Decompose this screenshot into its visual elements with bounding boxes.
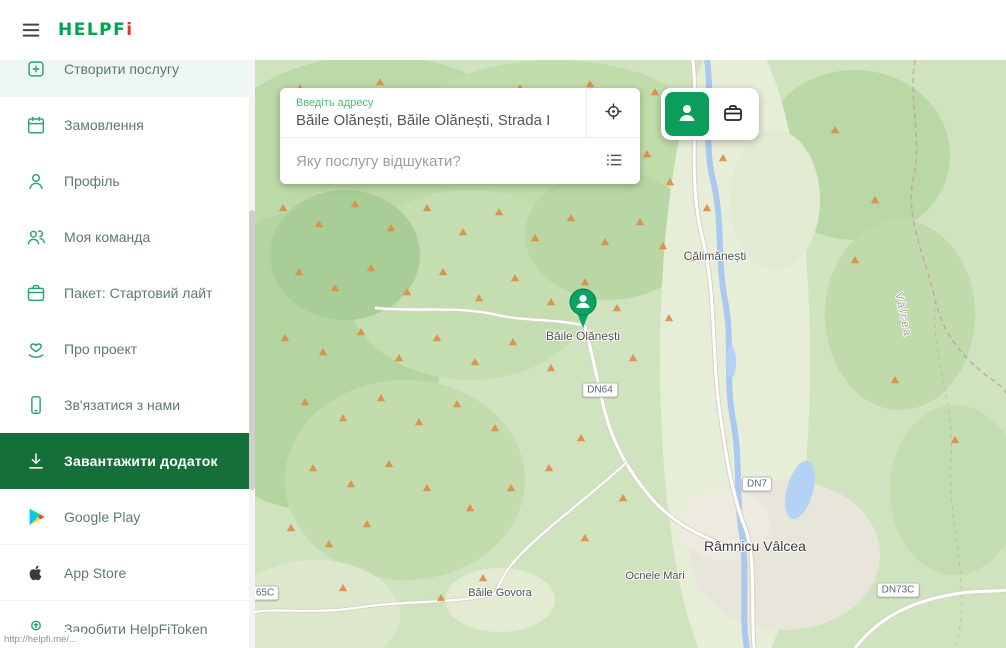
service-search-placeholder: Яку послугу відшукати? xyxy=(296,153,604,170)
address-label: Введіть адресу xyxy=(296,97,586,109)
client-mode-button[interactable] xyxy=(665,92,709,136)
mode-toggle xyxy=(661,88,759,140)
sidebar-item-label: Профіль xyxy=(64,173,120,189)
map[interactable]: CălimăneștiBăile OlăneștiRâmnicu VâlceaO… xyxy=(255,60,1006,648)
sidebar-item-label: Зв'язатися з нами xyxy=(64,397,180,413)
crosshair-icon xyxy=(603,101,624,125)
team-icon xyxy=(24,225,48,249)
status-bar-link: http://helpfi.me/... xyxy=(0,632,85,648)
sidebar-item-create-service[interactable]: Створити послугу xyxy=(0,60,255,97)
top-bar: HELPFi xyxy=(0,0,1006,60)
service-search-input[interactable]: Яку послугу відшукати? xyxy=(280,137,640,184)
sidebar-item-label: Пакет: Стартовий лайт xyxy=(64,285,212,301)
sidebar: Створити послугу Замовлення Профіль Моя ком… xyxy=(0,60,255,648)
sidebar-item-label: App Store xyxy=(64,565,126,581)
sidebar-item-about[interactable]: Про проект xyxy=(0,321,255,377)
sidebar-item-label: Завантажити додаток xyxy=(64,453,218,469)
create-icon xyxy=(24,60,48,81)
sidebar-item-profile[interactable]: Профіль xyxy=(0,153,255,209)
person-icon xyxy=(675,101,699,128)
sidebar-scrollbar-track[interactable] xyxy=(249,60,255,648)
profile-icon xyxy=(24,169,48,193)
sidebar-item-label: Про проект xyxy=(64,341,137,357)
sidebar-item-package[interactable]: Пакет: Стартовий лайт xyxy=(0,265,255,321)
google-play-icon xyxy=(24,505,48,529)
hamburger-menu-icon[interactable] xyxy=(14,13,48,47)
sidebar-item-team[interactable]: Моя команда xyxy=(0,209,255,265)
sidebar-nav: Створити послугу Замовлення Профіль Моя ком… xyxy=(0,60,255,648)
sidebar-item-label: Створити послугу xyxy=(64,61,179,77)
sidebar-item-label: Заробити HelpFiToken xyxy=(64,621,208,637)
helpfi-logo[interactable]: HELPFi xyxy=(58,20,134,40)
download-icon xyxy=(24,449,48,473)
list-icon xyxy=(604,150,624,173)
logo-text-red: i xyxy=(126,20,133,40)
sidebar-item-app-store[interactable]: App Store xyxy=(0,545,255,601)
sidebar-item-contact[interactable]: Зв'язатися з нами xyxy=(0,377,255,433)
sidebar-item-label: Google Play xyxy=(64,509,140,525)
sidebar-scrollbar-thumb[interactable] xyxy=(249,210,255,490)
service-list-button[interactable] xyxy=(604,150,624,173)
sidebar-item-google-play[interactable]: Google Play xyxy=(0,489,255,545)
address-input[interactable]: Введіть адресу Băile Olănești, Băile Olă… xyxy=(280,88,586,137)
master-mode-button[interactable] xyxy=(711,92,755,136)
briefcase-icon xyxy=(721,101,745,128)
search-panel: Введіть адресу Băile Olănești, Băile Olă… xyxy=(280,88,640,184)
package-icon xyxy=(24,281,48,305)
sidebar-item-download-app[interactable]: Завантажити додаток xyxy=(0,433,255,489)
sidebar-item-label: Моя команда xyxy=(64,229,150,245)
location-pin[interactable] xyxy=(566,287,600,334)
apple-icon xyxy=(24,561,48,585)
about-icon xyxy=(24,337,48,361)
geolocate-button[interactable] xyxy=(586,88,640,137)
contact-icon xyxy=(24,393,48,417)
address-value: Băile Olănești, Băile Olănești, Strada I xyxy=(296,112,586,129)
orders-icon xyxy=(24,113,48,137)
logo-text-green: HELPF xyxy=(58,20,126,40)
sidebar-item-orders[interactable]: Замовлення xyxy=(0,97,255,153)
sidebar-item-label: Замовлення xyxy=(64,117,144,133)
